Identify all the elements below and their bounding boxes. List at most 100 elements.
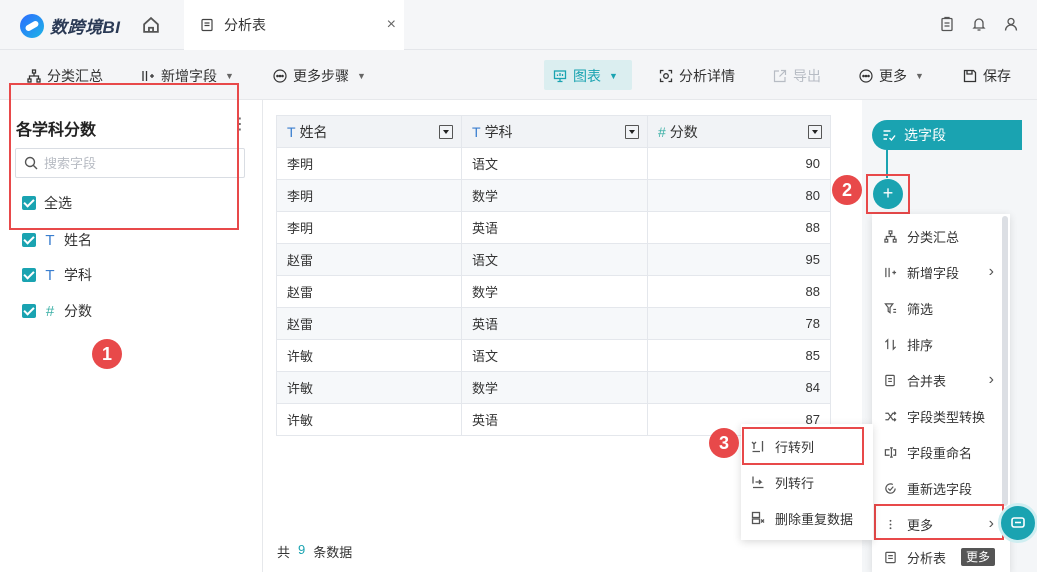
clipboard-icon[interactable]: [939, 16, 955, 32]
menu-item-label: 分类汇总: [907, 229, 960, 245]
table-cell: 语文: [461, 147, 648, 180]
checkbox-checked[interactable]: [22, 196, 36, 210]
table-cell: 李明: [276, 179, 462, 212]
save-icon: [963, 69, 977, 83]
menu-item-label: 字段重命名: [907, 445, 973, 461]
chart-icon: [553, 70, 567, 83]
doc-icon: [201, 18, 213, 32]
tab-analysis-table[interactable]: 分析表 ×: [184, 0, 404, 50]
menu-scrollbar[interactable]: [1002, 216, 1008, 506]
menu-item-label: 字段类型转换: [907, 409, 986, 425]
caret-down-icon: ▼: [609, 71, 618, 81]
home-icon[interactable]: [140, 14, 162, 36]
table-cell: 语文: [461, 339, 648, 372]
dots-circle-icon: [859, 69, 873, 83]
table-row: 赵雷 英语 78: [276, 307, 831, 340]
table-cell: 90: [647, 147, 831, 180]
logo-text: 数跨境BI: [50, 18, 121, 37]
count-value: 9: [298, 542, 306, 557]
save-label: 保存: [983, 68, 1011, 84]
table-cell: 赵雷: [276, 243, 462, 276]
menu-item-type-convert[interactable]: 字段类型转换: [872, 398, 1002, 434]
dropdown-icon[interactable]: [808, 125, 822, 139]
table-row: 李明 英语 88: [276, 211, 831, 244]
row-count: 共 9 条数据: [277, 542, 352, 561]
more-steps-label: 更多步骤: [293, 68, 349, 84]
step-select-fields[interactable]: 选字段: [872, 120, 1022, 150]
close-icon[interactable]: ×: [387, 16, 396, 34]
menu-item-filter[interactable]: 筛选: [872, 290, 1002, 326]
checkbox-checked[interactable]: [22, 268, 36, 282]
tab-label: 分析表: [224, 17, 266, 33]
field-label: 分数: [64, 303, 92, 319]
highlight-box-add: [866, 174, 910, 214]
count-prefix: 共: [277, 545, 291, 560]
caret-down-icon: ▼: [915, 71, 924, 81]
submenu-item-column-to-row[interactable]: 列转行: [741, 464, 873, 500]
table-cell: 数学: [461, 179, 648, 212]
scan-icon: [659, 69, 673, 83]
column-header-subject[interactable]: T 学科: [461, 115, 648, 148]
table-row: 李明 语文 90: [276, 147, 831, 180]
select-field-icon: [883, 130, 896, 142]
menu-item-rename[interactable]: 字段重命名: [872, 434, 1002, 470]
rename-icon: [884, 446, 897, 458]
dots-circle-icon: [273, 69, 287, 83]
dropdown-icon[interactable]: [625, 125, 639, 139]
menu-item-merge-table[interactable]: 合并表 ›: [872, 362, 1002, 398]
number-type-icon: #: [658, 123, 666, 140]
number-type-icon: #: [45, 302, 55, 320]
column-label: 姓名: [299, 123, 328, 140]
chart-button[interactable]: 图表 ▼: [553, 66, 618, 86]
column-header-score[interactable]: # 分数: [647, 115, 831, 148]
dropdown-icon[interactable]: [439, 125, 453, 139]
filter-icon: [884, 302, 897, 314]
export-label: 导出: [793, 68, 821, 84]
field-item-name[interactable]: T 姓名: [22, 230, 92, 250]
more-button[interactable]: 更多 ▼: [859, 66, 924, 86]
text-type-icon: T: [45, 231, 55, 249]
table-cell: 88: [647, 211, 831, 244]
checkbox-checked[interactable]: [22, 304, 36, 318]
table-header-row: T 姓名 T 学科 # 分数: [276, 115, 831, 148]
table-row: 许敏 语文 85: [276, 339, 831, 372]
step-label: 选字段: [904, 127, 946, 143]
data-table: T 姓名 T 学科 # 分数 李明 语文 90 李明 数学 80 李明 英语 88 赵雷 语文 95 …: [276, 115, 831, 436]
select-all-label: 全选: [44, 195, 72, 211]
menu-item-label: 新增字段: [907, 265, 960, 281]
menu-item-label: 分析表: [907, 550, 947, 566]
text-type-icon: T: [45, 266, 55, 284]
menu-item-add-field[interactable]: 新增字段 ›: [872, 254, 1002, 290]
checkbox-checked[interactable]: [22, 233, 36, 247]
field-item-score[interactable]: # 分数: [22, 301, 92, 321]
column-label: 分数: [669, 123, 698, 140]
table-cell: 许敏: [276, 371, 462, 404]
table-cell: 数学: [461, 275, 648, 308]
user-icon[interactable]: [1003, 16, 1019, 32]
menu-item-label: 排序: [907, 337, 934, 353]
customer-service-button[interactable]: [998, 503, 1037, 543]
highlight-box-row-to-column: [742, 427, 864, 465]
save-button[interactable]: 保存: [963, 66, 1011, 86]
export-icon: [773, 69, 787, 83]
menu-item-reselect[interactable]: 重新选字段: [872, 470, 1002, 506]
export-button[interactable]: 导出: [773, 66, 821, 86]
highlight-box-more: [874, 504, 1004, 540]
top-bar: 数跨境BI 分析表 ×: [0, 0, 1037, 50]
field-item-subject[interactable]: T 学科: [22, 265, 92, 285]
logo[interactable]: 数跨境BI: [20, 13, 121, 38]
menu-item-sort[interactable]: 排序: [872, 326, 1002, 362]
table-cell: 赵雷: [276, 275, 462, 308]
select-all-checkbox[interactable]: 全选: [22, 193, 72, 213]
table-cell: 许敏: [276, 403, 462, 436]
table-cell: 语文: [461, 243, 648, 276]
column-label: 学科: [484, 123, 513, 140]
analysis-detail-button[interactable]: 分析详情: [659, 66, 735, 86]
submenu-item-dedupe[interactable]: 删除重复数据: [741, 500, 873, 536]
menu-item-group-summary[interactable]: 分类汇总: [872, 218, 1002, 254]
chat-icon: [1011, 517, 1025, 528]
more-steps-button[interactable]: 更多步骤 ▼: [273, 66, 366, 86]
submenu-label: 列转行: [775, 475, 815, 491]
column-header-name[interactable]: T 姓名: [276, 115, 462, 148]
bell-icon[interactable]: [971, 16, 987, 32]
